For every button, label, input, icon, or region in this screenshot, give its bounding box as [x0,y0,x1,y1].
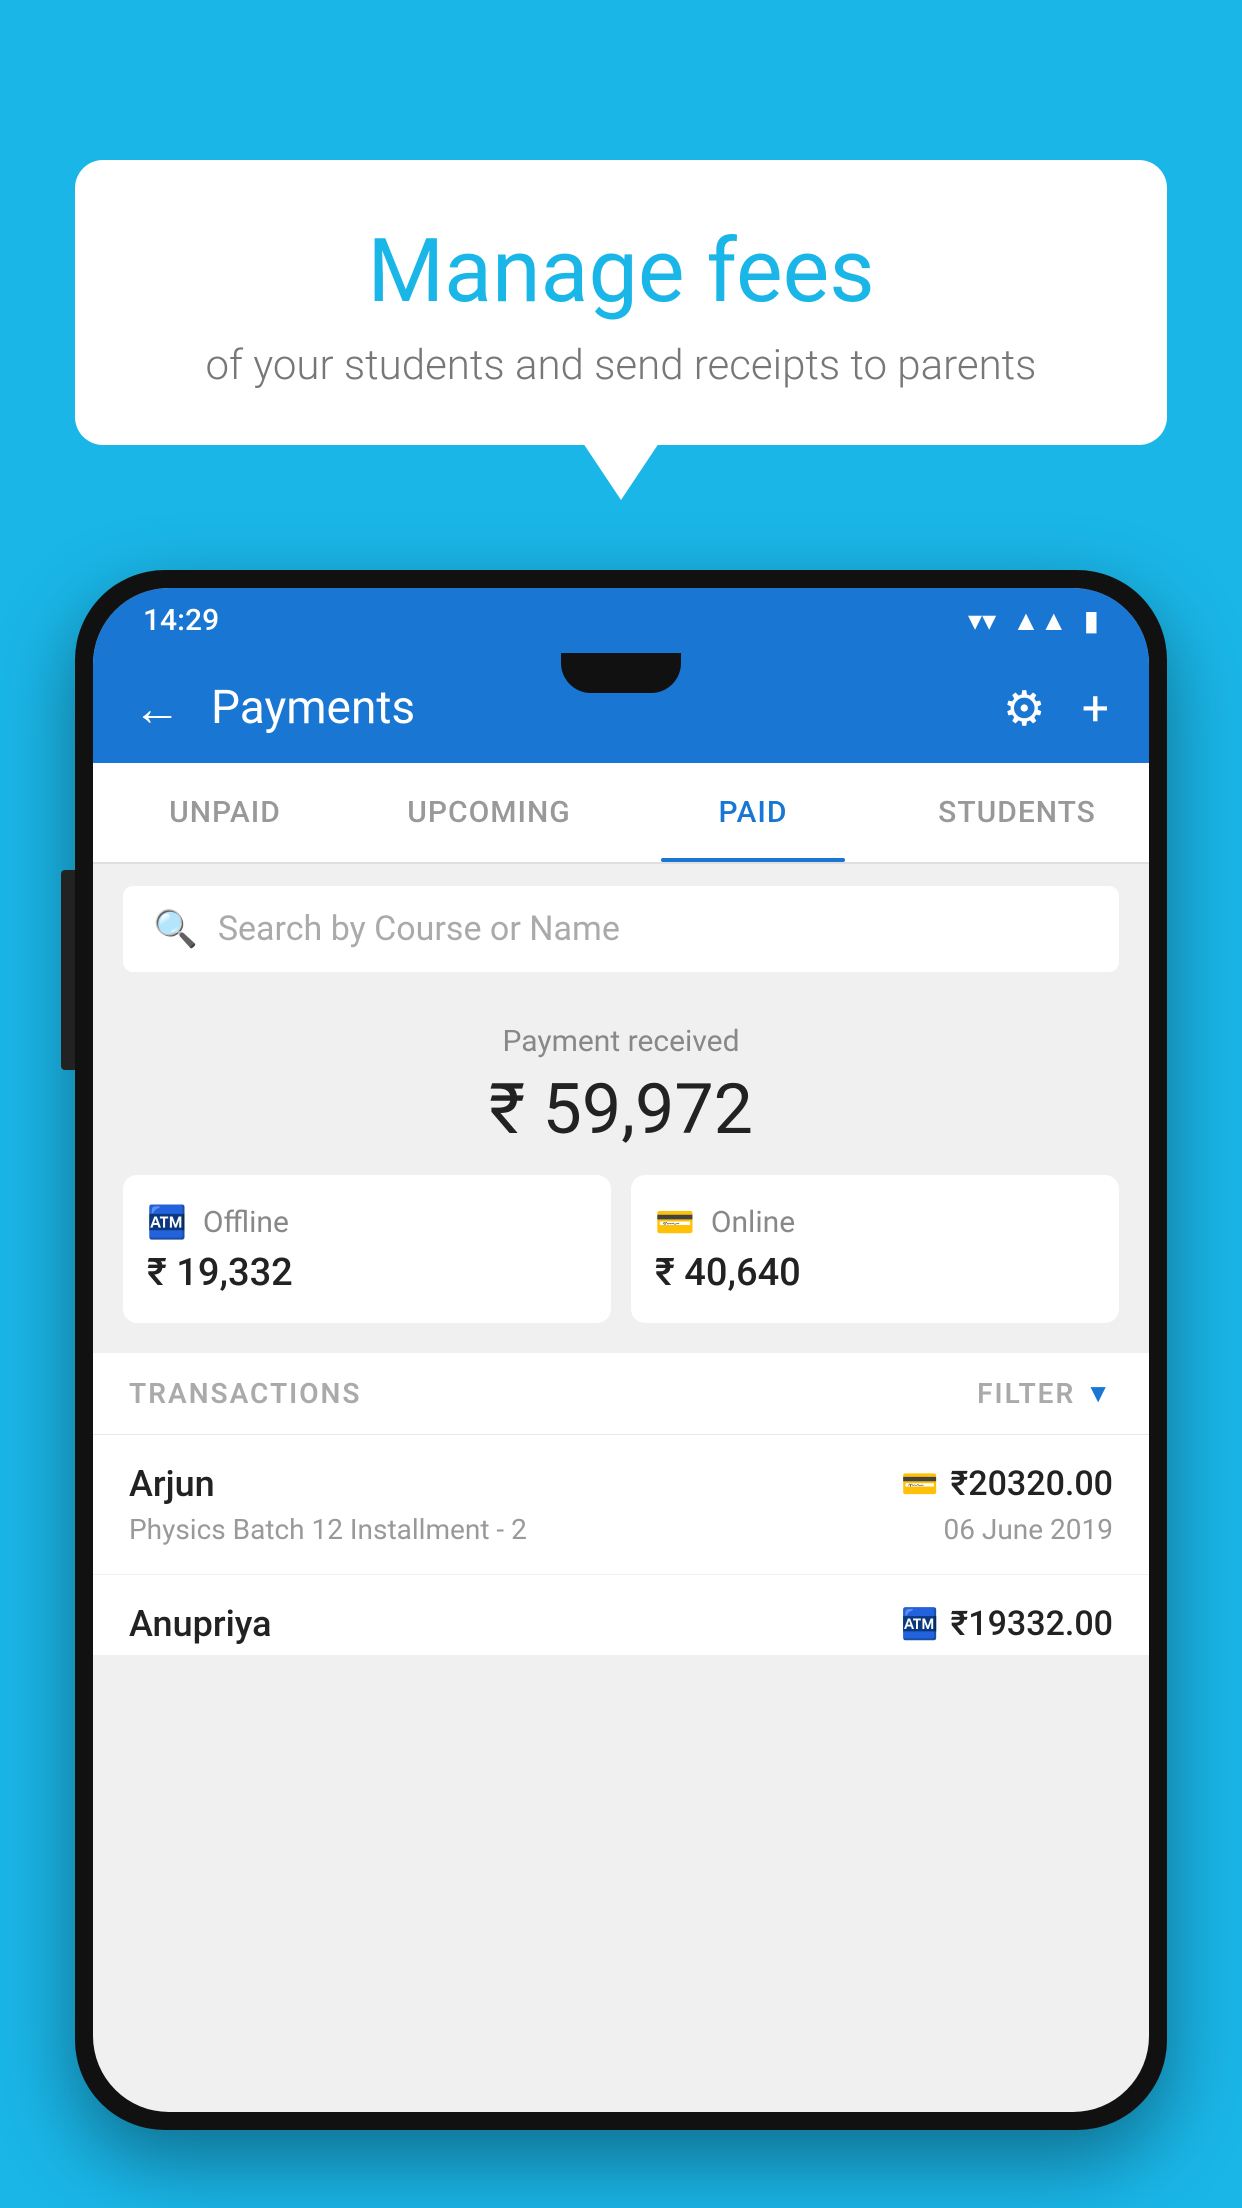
payment-total-amount: ₹ 59,972 [113,1069,1129,1151]
search-icon: 🔍 [153,908,198,950]
offline-label: Offline [203,1205,289,1240]
online-payment-card: 💳 Online ₹ 40,640 [631,1175,1119,1323]
online-icon: 💳 [655,1203,695,1241]
notch [561,653,681,693]
transaction-top-1: Arjun 💳 ₹20320.00 [129,1463,1113,1505]
payment-cards: 🏧 Offline ₹ 19,332 💳 Online ₹ 40,640 [113,1175,1129,1323]
transaction-course-1: Physics Batch 12 Installment - 2 [129,1513,527,1546]
search-container: 🔍 Search by Course or Name [93,864,1149,994]
transaction-top-2: Anupriya 🏧 ₹19332.00 [129,1603,1113,1645]
status-time: 14:29 [143,603,219,638]
filter-label: FILTER [977,1377,1075,1410]
transaction-name-1: Arjun [129,1463,215,1505]
offline-payment-icon-2: 🏧 [901,1607,938,1642]
transaction-amount-1: ₹20320.00 [951,1464,1113,1504]
payment-summary: Payment received ₹ 59,972 🏧 Offline ₹ 19… [93,994,1149,1353]
tabs-bar: UNPAID UPCOMING PAID STUDENTS [93,763,1149,864]
offline-payment-card: 🏧 Offline ₹ 19,332 [123,1175,611,1323]
main-title: Manage fees [135,220,1107,323]
filter-button[interactable]: FILTER ▼ [977,1377,1113,1410]
status-icons: ▾▾ ▲▲ ▮ [968,604,1099,637]
app-bar-right: ⚙ + [1003,680,1109,737]
offline-card-header: 🏧 Offline [147,1203,587,1241]
offline-amount: ₹ 19,332 [147,1251,587,1295]
tab-upcoming[interactable]: UPCOMING [357,763,621,862]
phone-screen: 14:29 ▾▾ ▲▲ ▮ ← Payments ⚙ + [93,588,1149,2112]
speech-bubble: Manage fees of your students and send re… [75,160,1167,445]
transaction-bottom-1: Physics Batch 12 Installment - 2 06 June… [129,1513,1113,1546]
transaction-amount-area-1: 💳 ₹20320.00 [901,1464,1113,1504]
tab-paid[interactable]: PAID [621,763,885,862]
signal-icon: ▲▲ [1012,604,1067,637]
transaction-name-2: Anupriya [129,1603,272,1645]
filter-icon: ▼ [1085,1378,1113,1409]
online-label: Online [711,1205,795,1240]
search-box[interactable]: 🔍 Search by Course or Name [123,886,1119,972]
transactions-label: TRANSACTIONS [129,1377,361,1410]
app-bar-title: Payments [211,681,415,735]
transaction-amount-2: ₹19332.00 [951,1604,1113,1644]
transactions-header: TRANSACTIONS FILTER ▼ [93,1353,1149,1435]
transaction-date-1: 06 June 2019 [943,1513,1113,1546]
phone-container: 14:29 ▾▾ ▲▲ ▮ ← Payments ⚙ + [75,570,1167,2208]
payment-received-label: Payment received [113,1024,1129,1059]
back-button[interactable]: ← [133,680,181,737]
app-bar-left: ← Payments [133,680,415,737]
status-bar: 14:29 ▾▾ ▲▲ ▮ [93,588,1149,653]
tab-unpaid[interactable]: UNPAID [93,763,357,862]
add-button[interactable]: + [1082,680,1109,737]
wifi-icon: ▾▾ [968,604,996,637]
table-row[interactable]: Anupriya 🏧 ₹19332.00 [93,1575,1149,1655]
settings-button[interactable]: ⚙ [1003,680,1046,737]
battery-icon: ▮ [1084,604,1099,637]
transaction-amount-area-2: 🏧 ₹19332.00 [901,1604,1113,1644]
search-input[interactable]: Search by Course or Name [218,909,620,949]
phone-frame: 14:29 ▾▾ ▲▲ ▮ ← Payments ⚙ + [75,570,1167,2130]
online-card-header: 💳 Online [655,1203,1095,1241]
tab-students[interactable]: STUDENTS [885,763,1149,862]
online-payment-icon-1: 💳 [901,1467,938,1502]
online-amount: ₹ 40,640 [655,1251,1095,1295]
offline-icon: 🏧 [147,1203,187,1241]
main-subtitle: of your students and send receipts to pa… [135,341,1107,390]
table-row[interactable]: Arjun 💳 ₹20320.00 Physics Batch 12 Insta… [93,1435,1149,1575]
